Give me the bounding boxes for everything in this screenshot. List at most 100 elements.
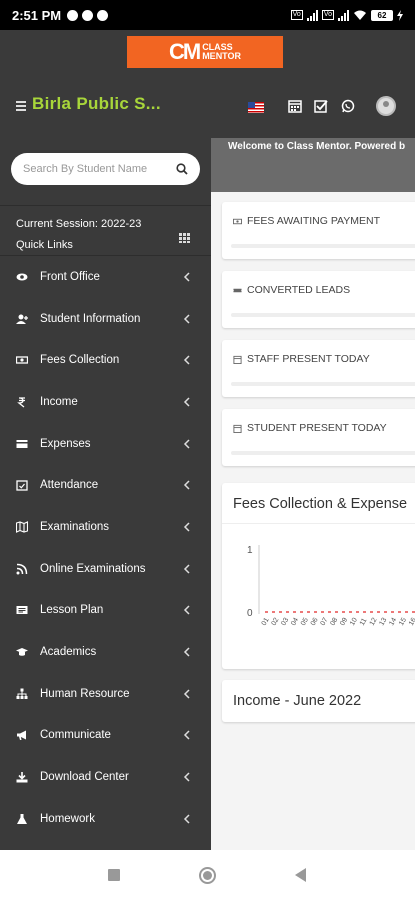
- user-plus-icon: [16, 314, 28, 324]
- welcome-banner: Welcome to Class Mentor. Powered b: [211, 138, 415, 192]
- checkbox-task-icon[interactable]: [314, 99, 328, 113]
- x-tick-label: 04: [290, 617, 300, 627]
- recent-apps-icon[interactable]: [108, 869, 120, 881]
- chevron-left-icon: [183, 647, 190, 657]
- x-tick-label: 15: [398, 617, 408, 627]
- sidebar-item-examinations[interactable]: Examinations: [0, 506, 211, 548]
- flask-icon: [17, 813, 27, 824]
- fees-expense-chart-card: Fees Collection & Expense 1 0 01 02 03 04 05 06…: [222, 483, 415, 669]
- user-avatar[interactable]: [376, 96, 396, 116]
- x-tick-label: 10: [349, 617, 359, 627]
- sitemap-icon: [16, 688, 28, 699]
- dashboard-content: Welcome to Class Mentor. Powered b FEES …: [211, 138, 415, 850]
- quick-links-label[interactable]: Quick Links: [16, 235, 195, 256]
- sidebar-item-label: Expenses: [40, 437, 91, 450]
- notification-icon: [67, 9, 79, 21]
- x-tick-label: 08: [329, 617, 339, 627]
- chevron-left-icon: [183, 730, 190, 740]
- chevron-left-icon: [183, 272, 190, 282]
- school-name: Birla Public S...: [32, 94, 161, 113]
- x-tick-label: 05: [300, 617, 310, 627]
- signal-icon: [338, 9, 349, 21]
- sidebar-item-attendance[interactable]: Attendance: [0, 464, 211, 506]
- bullhorn-icon: [17, 730, 26, 741]
- charging-icon: [397, 9, 403, 21]
- back-icon[interactable]: [295, 868, 306, 882]
- chevron-left-icon: [183, 605, 190, 615]
- chart-title: Fees Collection & Expense: [233, 496, 408, 512]
- sidebar-item-label: Examinations: [40, 520, 110, 533]
- stat-card-converted-leads[interactable]: CONVERTED LEADS: [222, 271, 415, 328]
- ticket-icon: [233, 288, 242, 292]
- y-tick-label: 0: [247, 608, 253, 619]
- home-icon[interactable]: [199, 867, 216, 884]
- y-tick-label: 1: [247, 545, 253, 556]
- x-tick-label: 07: [320, 617, 330, 627]
- sidebar-item-front-office[interactable]: Front Office: [0, 256, 211, 298]
- progress-bar: [231, 382, 415, 386]
- stat-label: CONVERTED LEADS: [247, 284, 351, 296]
- x-tick-label: 14: [388, 617, 398, 627]
- calendar-icon[interactable]: [288, 99, 302, 113]
- sidebar-item-homework[interactable]: Homework: [0, 798, 211, 840]
- stat-card-staff-present[interactable]: STAFF PRESENT TODAY: [222, 340, 415, 397]
- sidebar-item-human-resource[interactable]: Human Resource: [0, 673, 211, 715]
- us-flag-icon[interactable]: [248, 102, 264, 113]
- sidebar-item-label: Academics: [40, 646, 97, 659]
- chevron-left-icon: [183, 355, 190, 365]
- x-tick-label: 06: [310, 617, 320, 627]
- stat-card-fees-awaiting[interactable]: FEES AWAITING PAYMENT: [222, 202, 415, 259]
- calendar-icon: [233, 355, 242, 364]
- grid-icon[interactable]: [179, 233, 190, 243]
- income-card: Income - June 2022: [222, 680, 415, 722]
- stat-card-student-present[interactable]: STUDENT PRESENT TODAY: [222, 409, 415, 466]
- notification-icon: [82, 9, 94, 21]
- download-icon: [16, 772, 28, 783]
- chevron-left-icon: [183, 480, 190, 490]
- battery-icon: 62: [371, 9, 393, 21]
- x-tick-label: 16: [408, 617, 415, 627]
- app-header: CM CLASS MENTOR Birla Public S...: [0, 30, 415, 138]
- whatsapp-icon[interactable]: [341, 99, 355, 113]
- sidebar-item-lesson-plan[interactable]: Lesson Plan: [0, 590, 211, 632]
- volte-icon: Vo: [321, 10, 334, 20]
- signal-icon: [306, 9, 318, 21]
- chevron-left-icon: [183, 772, 190, 782]
- hamburger-menu-icon[interactable]: [16, 101, 26, 113]
- sidebar-item-fees-collection[interactable]: Fees Collection: [0, 339, 211, 381]
- rupee-icon: [17, 397, 25, 408]
- wifi-icon: [354, 10, 366, 20]
- x-tick-label: 09: [339, 617, 349, 627]
- logo-text-bottom: MENTOR: [202, 51, 242, 61]
- sidebar-item-label: Online Examinations: [40, 562, 146, 575]
- money-icon: [233, 218, 242, 224]
- status-bar: 2:51 PM Vo Vo 62: [0, 0, 415, 30]
- x-tick-label: 12: [369, 617, 379, 627]
- android-nav-bar: [0, 850, 415, 900]
- student-search-input[interactable]: [23, 163, 163, 175]
- chevron-left-icon: [183, 522, 190, 532]
- sidebar-item-expenses[interactable]: Expenses: [0, 423, 211, 465]
- session-info: Current Session: 2022-23 Quick Links: [0, 206, 211, 256]
- sidebar-item-academics[interactable]: Academics: [0, 631, 211, 673]
- status-time: 2:51 PM: [12, 7, 62, 23]
- fees-expense-chart: 100102030405060708091011121314151617: [247, 545, 415, 627]
- sidebar-item-label: Lesson Plan: [40, 604, 104, 617]
- x-tick-label: 03: [280, 617, 290, 627]
- sidebar-item-online-examinations[interactable]: Online Examinations: [0, 548, 211, 590]
- search-box: [11, 153, 200, 185]
- settings-icon: [97, 9, 109, 21]
- sidebar-item-communicate[interactable]: Communicate: [0, 715, 211, 757]
- stat-label: STAFF PRESENT TODAY: [247, 353, 370, 365]
- list-icon: [16, 606, 28, 615]
- chevron-left-icon: [183, 814, 190, 824]
- graduation-cap-icon: [16, 648, 28, 656]
- sidebar-item-student-information[interactable]: Student Information: [0, 298, 211, 340]
- eye-icon: [16, 273, 28, 281]
- stat-label: STUDENT PRESENT TODAY: [247, 422, 387, 434]
- chevron-left-icon: [183, 397, 190, 407]
- class-mentor-logo[interactable]: CM CLASS MENTOR: [127, 36, 283, 68]
- search-icon[interactable]: [176, 163, 188, 175]
- sidebar-item-download-center[interactable]: Download Center: [0, 756, 211, 798]
- sidebar-item-income[interactable]: Income: [0, 381, 211, 423]
